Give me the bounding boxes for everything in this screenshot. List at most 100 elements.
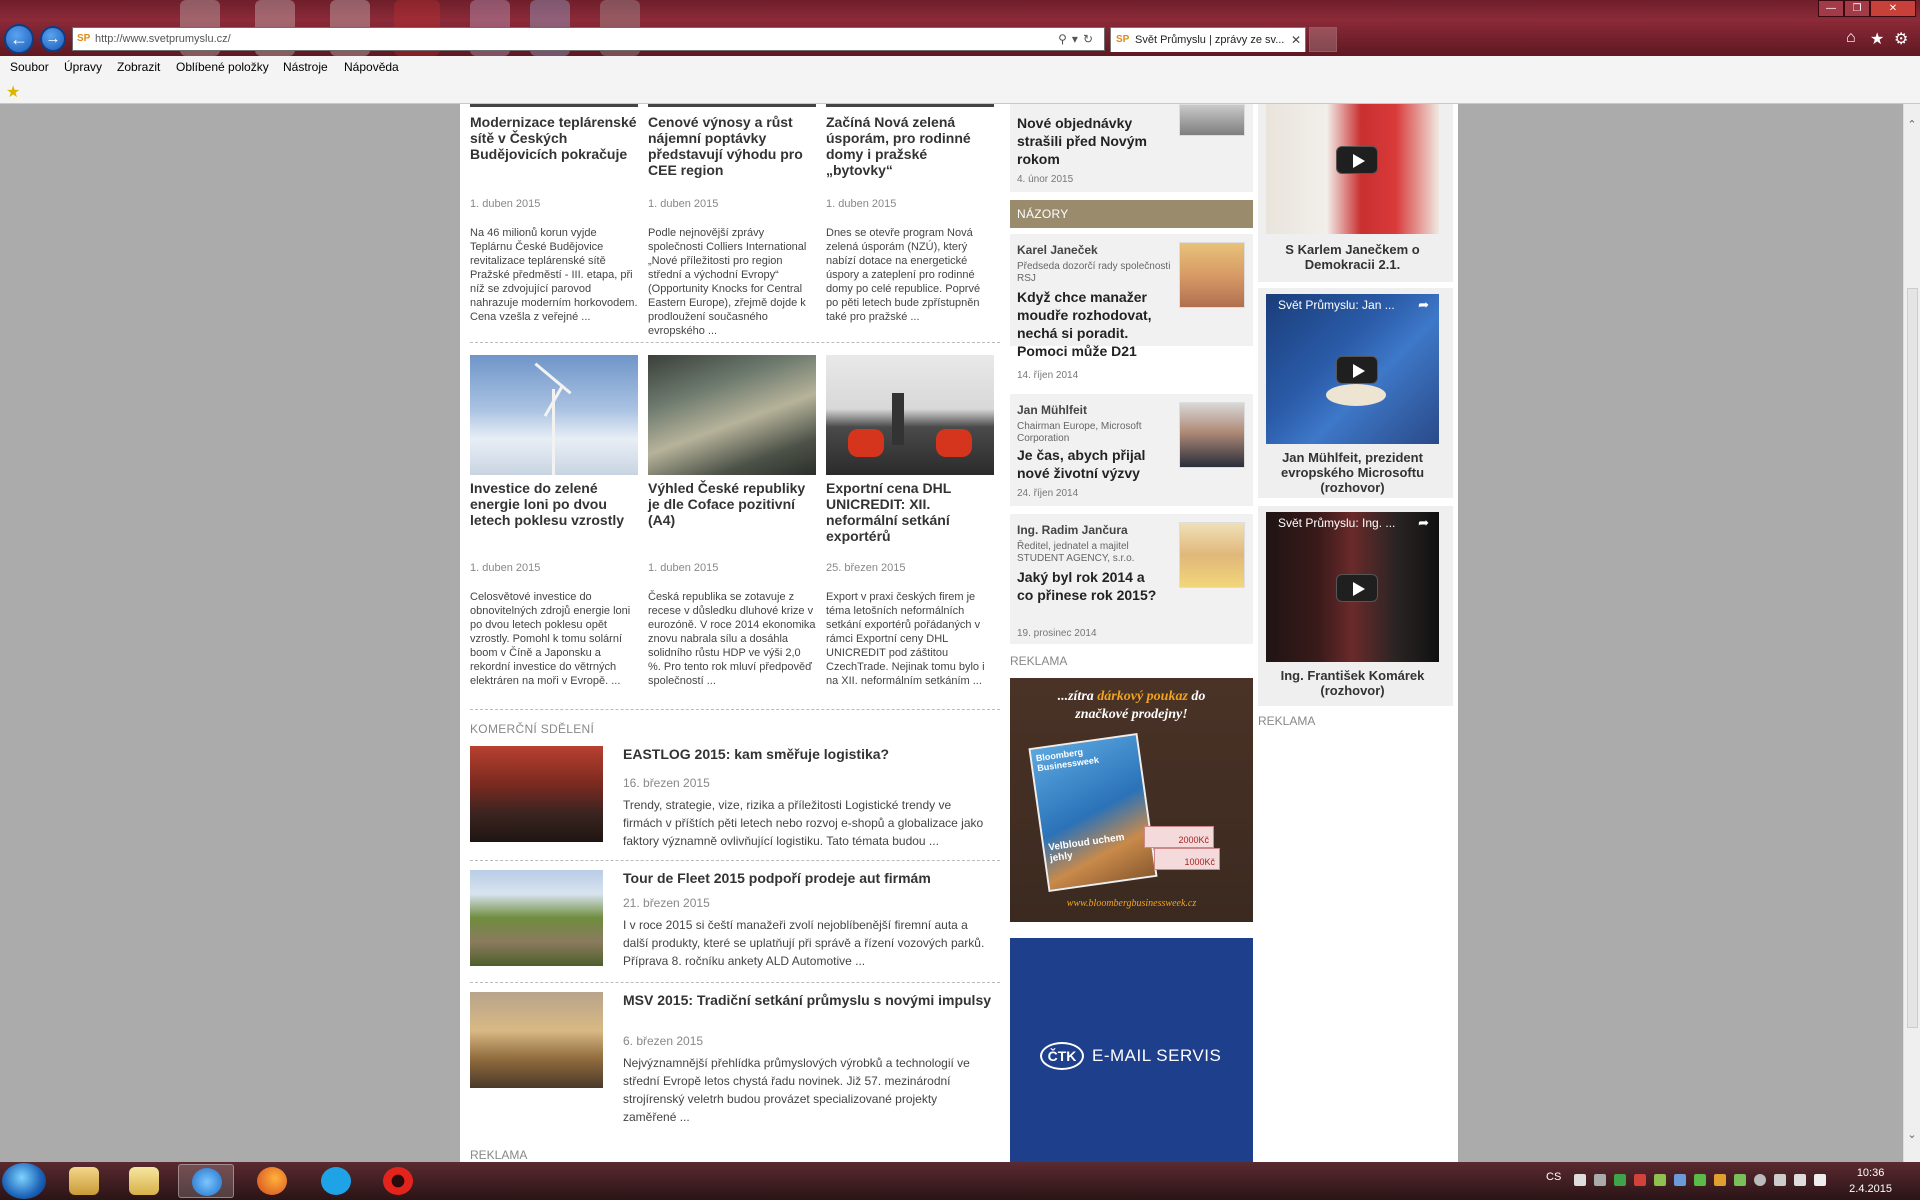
commercial-item[interactable]: EASTLOG 2015: kam směřuje logistika? 16.… [470,746,1000,856]
ctk-ad-banner[interactable]: ČTK E-MAIL SERVIS [1010,938,1253,1162]
author-name[interactable]: Ing. Radim Jančura [1017,523,1128,537]
taskbar-opera[interactable] [370,1164,426,1198]
forward-button[interactable]: → [40,26,66,52]
restore-button[interactable]: ❐ [1844,0,1870,17]
video-caption[interactable]: Jan Mühlfeit, prezident evropského Micro… [1266,450,1439,495]
commercial-title[interactable]: MSV 2015: Tradiční setkání průmyslu s no… [623,992,1003,1008]
taskbar-firefox[interactable] [244,1164,300,1198]
menu-item-napoveda[interactable]: Nápověda [344,60,399,74]
commercial-image-tour-de-fleet[interactable] [470,870,603,966]
article-card[interactable]: Modernizace teplárenské sítě v Českých B… [470,114,638,323]
opinion-item[interactable]: Ing. Radim Jančura Ředitel, jednatel a m… [1010,514,1253,644]
article-title[interactable]: Cenové výnosy a růst nájemní poptávky př… [648,114,816,178]
opinion-title[interactable]: Je čas, abych přijal nové životní výzvy [1017,446,1167,482]
video-player[interactable]: Svět Průmyslu: Jan ... ➦ [1266,294,1439,444]
play-icon[interactable] [1336,356,1378,384]
tab-active[interactable]: SP Svět Průmyslu | zprávy ze sv... ✕ [1110,27,1306,52]
refresh-icon[interactable]: ↻ [1083,32,1098,46]
video-caption[interactable]: S Karlem Janečkem o Demokracii 2.1. [1266,242,1439,272]
article-title[interactable]: Modernizace teplárenské sítě v Českých B… [470,114,638,162]
commercial-title[interactable]: EASTLOG 2015: kam směřuje logistika? [623,746,1003,762]
new-tab-button[interactable] [1309,27,1337,52]
commercial-image-eastlog[interactable] [470,746,603,842]
article-title[interactable]: Začíná Nová zelená úsporám, pro rodinné … [826,114,994,178]
play-icon[interactable] [1336,574,1378,602]
minimize-button[interactable]: — [1818,0,1844,17]
opinion-title[interactable]: Jaký byl rok 2014 a co přinese rok 2015? [1017,568,1157,604]
video-card[interactable]: S Karlem Janečkem o Demokracii 2.1. [1258,104,1453,282]
taskbar-skype[interactable] [308,1164,364,1198]
commercial-item[interactable]: MSV 2015: Tradiční setkání průmyslu s no… [470,992,1000,1132]
app-icon[interactable] [1734,1174,1746,1186]
update-icon[interactable] [1694,1174,1706,1186]
taskbar-internet-explorer[interactable] [178,1164,234,1198]
sync-icon[interactable] [1614,1174,1626,1186]
alert-icon[interactable] [1634,1174,1646,1186]
chevron-down-icon[interactable]: ▾ [1072,32,1083,46]
device-icon[interactable] [1594,1174,1606,1186]
scrollbar-thumb[interactable] [1907,288,1918,1028]
opinion-item[interactable]: Karel Janeček Předseda dozorčí rady spol… [1010,234,1253,381]
play-icon[interactable] [1336,146,1378,174]
ad-url[interactable]: www.bloombergbusinessweek.cz [1010,898,1253,909]
share-icon[interactable]: ➦ [1418,515,1429,531]
commercial-image-msv[interactable] [470,992,603,1088]
menu-item-nastroje[interactable]: Nástroje [283,60,328,74]
article-card[interactable]: Výhled České republiky je dle Coface poz… [648,355,816,687]
add-favorite-star-icon[interactable]: ★ [6,82,20,102]
article-card[interactable]: Exportní cena DHL UNICREDIT: XII. neform… [826,355,994,687]
clock[interactable]: 10:36 2.4.2015 [1849,1165,1892,1197]
video-card[interactable]: Svět Průmyslu: Ing. ... ➦ Ing. František… [1258,506,1453,706]
app-icon[interactable] [1714,1174,1726,1186]
video-caption[interactable]: Ing. František Komárek (rozhovor) [1266,668,1439,698]
article-image-car-factory[interactable] [648,355,816,475]
gear-icon[interactable]: ⚙ [1894,29,1908,49]
menu-item-upravy[interactable]: Úpravy [64,60,102,74]
taskbar-mail[interactable] [116,1164,172,1198]
article-card[interactable]: Cenové výnosy a růst nájemní poptávky př… [648,114,816,337]
author-name[interactable]: Jan Mühlfeit [1017,403,1087,417]
article-card[interactable]: Investice do zelené energie loni po dvou… [470,355,638,687]
close-window-button[interactable]: ✕ [1870,0,1916,17]
app-icon[interactable] [1674,1174,1686,1186]
bloomberg-ad-banner[interactable]: ...zítra dárkový poukaz do značkové prod… [1010,678,1253,922]
home-icon[interactable]: ⌂ [1846,29,1856,47]
monitor-icon[interactable] [1794,1174,1806,1186]
article-card[interactable]: Začíná Nová zelená úsporám, pro rodinné … [826,114,994,323]
network-icon[interactable] [1774,1174,1786,1186]
volume-icon[interactable] [1814,1174,1826,1186]
video-card[interactable]: Svět Průmyslu: Jan ... ➦ Jan Mühlfeit, p… [1258,288,1453,498]
author-name[interactable]: Karel Janeček [1017,243,1098,257]
opinion-item[interactable]: Jan Mühlfeit Chairman Europe, Microsoft … [1010,394,1253,506]
menu-item-soubor[interactable]: Soubor [10,60,49,74]
opinion-title[interactable]: Nové objednávky strašili před Novým roko… [1017,114,1162,168]
back-button[interactable]: ← [4,24,34,54]
commercial-title[interactable]: Tour de Fleet 2015 podpoří prodeje aut f… [623,870,1003,886]
vertical-scrollbar[interactable]: ⌃ ⌄ [1903,104,1920,1162]
article-image-conference[interactable] [826,355,994,475]
taskbar-explorer[interactable] [56,1164,112,1198]
article-title[interactable]: Exportní cena DHL UNICREDIT: XII. neform… [826,480,994,544]
video-player[interactable] [1266,104,1439,234]
commercial-item[interactable]: Tour de Fleet 2015 podpoří prodeje aut f… [470,870,1000,980]
opinion-item-top[interactable]: Nové objednávky strašili před Novým roko… [1010,104,1253,192]
article-image-wind-turbine[interactable] [470,355,638,475]
video-player[interactable]: Svět Průmyslu: Ing. ... ➦ [1266,512,1439,662]
opinion-title[interactable]: Když chce manažer moudře rozhodovat, nec… [1017,288,1169,360]
share-icon[interactable]: ➦ [1418,297,1429,313]
article-title[interactable]: Výhled České republiky je dle Coface poz… [648,480,816,528]
favorites-star-icon[interactable]: ★ [1870,29,1884,49]
start-button[interactable] [2,1163,46,1199]
app-icon[interactable] [1754,1174,1766,1186]
article-title[interactable]: Investice do zelené energie loni po dvou… [470,480,638,528]
close-tab-icon[interactable]: ✕ [1291,28,1301,52]
scroll-down-icon[interactable]: ⌄ [1904,1128,1920,1141]
cloud-icon[interactable] [1574,1174,1586,1186]
scroll-up-icon[interactable]: ⌃ [1904,118,1920,131]
search-icon[interactable]: ⚲ [1058,32,1072,46]
menu-item-oblibene[interactable]: Oblíbené položky [176,60,269,74]
app-icon[interactable] [1654,1174,1666,1186]
menu-item-zobrazit[interactable]: Zobrazit [117,60,160,74]
language-indicator[interactable]: CS [1546,1171,1561,1183]
address-bar[interactable]: SP http://www.svetprumyslu.cz/ ⚲▾↻ [72,27,1105,51]
